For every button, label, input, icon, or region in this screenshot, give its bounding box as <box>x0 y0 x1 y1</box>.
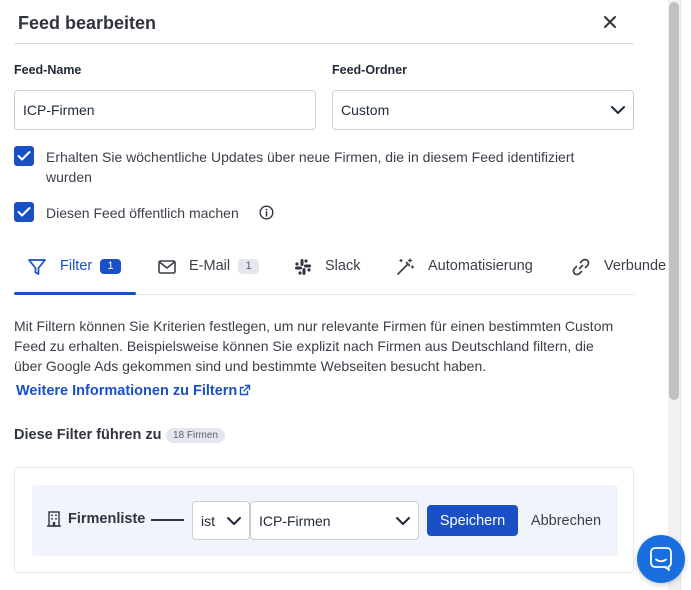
weekly-updates-row: Erhalten Sie wöchentliche Updates über n… <box>14 146 614 188</box>
chat-launcher-button[interactable] <box>637 535 685 583</box>
tab-filter-label: Filter <box>60 258 93 274</box>
cancel-button[interactable]: Abbrechen <box>522 505 610 536</box>
close-icon <box>604 16 616 28</box>
feed-tabs: Filter 1 E-Mail 1 Slack Automatisierung … <box>14 244 666 295</box>
edit-feed-dialog: Feed bearbeiten Feed-Name Feed-Ordner Cu… <box>0 0 668 590</box>
feed-name-input[interactable] <box>14 90 316 130</box>
chat-icon <box>650 547 672 571</box>
feed-folder-label: Feed-Ordner <box>332 63 408 77</box>
checkmark-icon <box>17 151 31 161</box>
tab-slack[interactable]: Slack <box>293 244 373 294</box>
filter-icon <box>28 259 46 275</box>
feed-folder-value: Custom <box>341 102 390 118</box>
tab-automation-label: Automatisierung <box>428 258 533 274</box>
link-icon <box>572 258 590 276</box>
feed-folder-select[interactable]: Custom <box>332 90 634 130</box>
filter-description: Mit Filtern können Sie Kriterien festleg… <box>14 318 614 374</box>
tab-email-label: E-Mail <box>189 258 231 274</box>
chevron-down-icon <box>396 516 410 525</box>
info-icon[interactable] <box>259 205 274 220</box>
tab-email[interactable]: E-Mail 1 <box>157 244 272 294</box>
mail-icon <box>158 260 176 274</box>
tab-automation[interactable]: Automatisierung <box>395 244 555 294</box>
checkmark-icon <box>17 207 31 217</box>
filter-result-label: Diese Filter führen zu <box>14 427 162 443</box>
building-icon <box>47 511 61 527</box>
vertical-scrollbar[interactable] <box>668 0 680 590</box>
weekly-updates-checkbox[interactable] <box>14 146 34 166</box>
page-background-edge <box>680 0 691 590</box>
filter-connector-line <box>151 519 184 521</box>
tab-slack-label: Slack <box>325 258 361 274</box>
public-feed-row: Diesen Feed öffentlich machen <box>14 202 614 224</box>
operator-select[interactable]: ist <box>192 501 250 540</box>
public-feed-checkbox[interactable] <box>14 202 34 222</box>
magic-wand-icon <box>397 258 415 275</box>
operator-value: ist <box>201 512 215 529</box>
tab-connected[interactable]: Verbunde <box>571 244 668 294</box>
close-button[interactable] <box>602 14 618 30</box>
dialog-title: Feed bearbeiten <box>18 13 157 33</box>
filter-field-label: Firmenliste <box>68 511 146 527</box>
filter-value: ICP-Firmen <box>259 512 331 529</box>
filter-value-select[interactable]: ICP-Firmen <box>250 501 419 540</box>
result-count-badge: 18 Firmen <box>166 428 226 443</box>
filter-row: Firmenliste ist ICP-Firmen Speichern Abb… <box>32 485 618 556</box>
feed-name-label: Feed-Name <box>14 63 82 77</box>
public-feed-label: Diesen Feed öffentlich machen <box>46 205 239 221</box>
more-info-link[interactable]: Weitere Informationen zu Filtern <box>16 383 251 399</box>
slack-icon <box>295 259 311 275</box>
chevron-down-icon <box>227 516 241 525</box>
tab-filter-badge: 1 <box>100 259 121 274</box>
weekly-updates-label: Erhalten Sie wöchentliche Updates über n… <box>46 149 575 185</box>
more-info-link-label: Weitere Informationen zu Filtern <box>16 383 238 399</box>
chevron-down-icon <box>611 106 625 114</box>
external-link-icon <box>240 384 251 396</box>
tab-connected-label: Verbunde <box>604 258 667 274</box>
filter-card: Firmenliste ist ICP-Firmen Speichern Abb… <box>14 467 634 573</box>
dialog-header: Feed bearbeiten <box>14 0 634 44</box>
tab-email-badge: 1 <box>238 259 259 274</box>
scrollbar-thumb[interactable] <box>669 2 679 400</box>
save-button[interactable]: Speichern <box>427 505 518 536</box>
active-tab-indicator <box>14 292 136 295</box>
tab-filter[interactable]: Filter 1 <box>14 244 136 295</box>
